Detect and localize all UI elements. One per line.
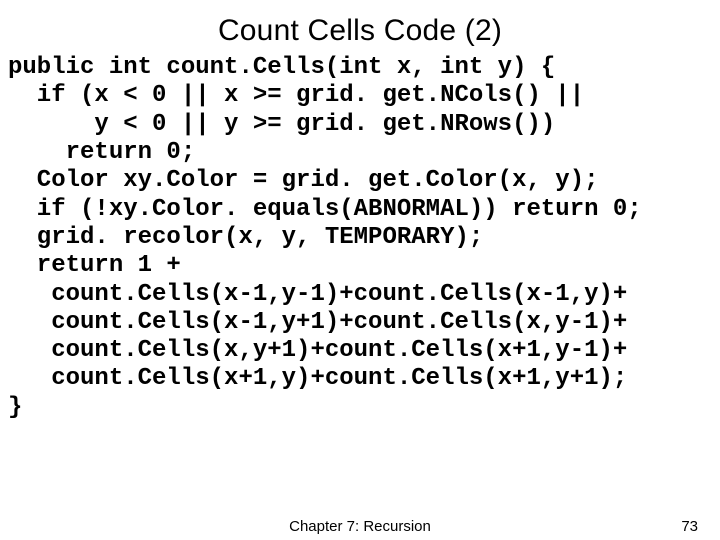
code-line: if (x < 0 || x >= grid. get.NCols() || [8, 82, 712, 110]
code-line: return 1 + [8, 252, 712, 280]
code-line: if (!xy.Color. equals(ABNORMAL)) return … [8, 196, 712, 224]
code-line: count.Cells(x+1,y)+count.Cells(x+1,y+1); [8, 365, 712, 393]
slide: Count Cells Code (2) public int count.Ce… [0, 0, 720, 540]
code-line: public int count.Cells(int x, int y) { [8, 54, 712, 82]
code-line: y < 0 || y >= grid. get.NRows()) [8, 111, 712, 139]
code-line: return 0; [8, 139, 712, 167]
slide-title: Count Cells Code (2) [8, 14, 712, 48]
code-line: count.Cells(x-1,y-1)+count.Cells(x-1,y)+ [8, 281, 712, 309]
code-line: } [8, 394, 712, 422]
code-block: public int count.Cells(int x, int y) { i… [8, 54, 712, 422]
footer-chapter: Chapter 7: Recursion [0, 518, 720, 535]
footer-page-number: 73 [681, 518, 698, 535]
code-line: grid. recolor(x, y, TEMPORARY); [8, 224, 712, 252]
code-line: Color xy.Color = grid. get.Color(x, y); [8, 167, 712, 195]
code-line: count.Cells(x-1,y+1)+count.Cells(x,y-1)+ [8, 309, 712, 337]
code-line: count.Cells(x,y+1)+count.Cells(x+1,y-1)+ [8, 337, 712, 365]
